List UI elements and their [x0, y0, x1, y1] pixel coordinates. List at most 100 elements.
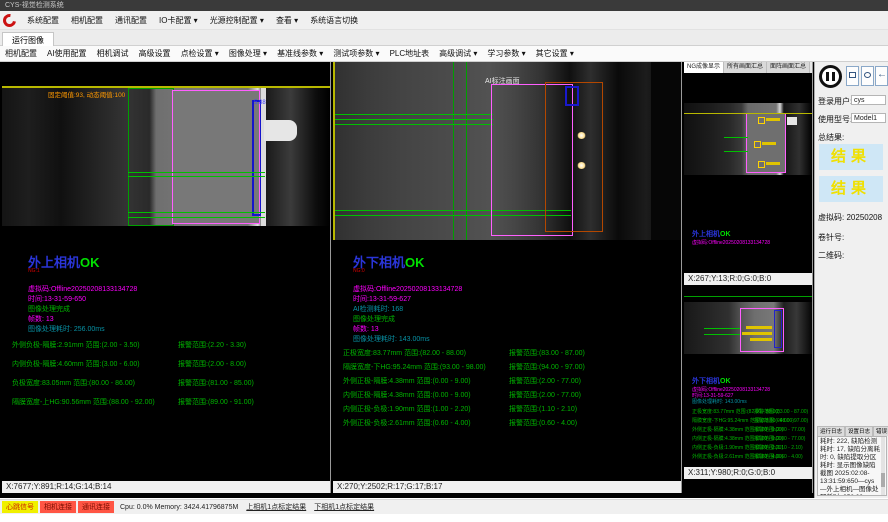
measure-line	[704, 334, 740, 335]
defect-marker	[758, 161, 765, 168]
needle-label: 卷针号:	[818, 232, 844, 243]
measurement-row-0: 外侧负极-隔膜:2.91mm 范围:(2.00 - 3.50)报警范围:(2.2…	[12, 340, 331, 359]
toolbar-item-3[interactable]: 高级设置	[134, 48, 176, 59]
right-measurements: 正极宽度:83.77mm 范围:(82.00 - 88.00)报警范围:(83.…	[343, 348, 663, 432]
menu-item-6[interactable]: 系统语言切换	[304, 15, 364, 26]
menu-item-4[interactable]: 光源控制配置 ▾	[204, 15, 270, 26]
separator-strip	[261, 88, 266, 226]
upper-camera-calib-link[interactable]: 上相机1点标定结果	[246, 502, 306, 512]
camera-result: OK	[720, 378, 731, 385]
toolbar-item-10[interactable]: 学习参数 ▾	[482, 48, 530, 59]
screen-tool-button[interactable]	[861, 66, 874, 86]
measurement-row-1: 隔膜宽度-下HG:95.24mm 范围:(93.00 - 98.00)报警范围:…	[692, 417, 812, 426]
measurement-alarm-range: 报警范围:(83.00 - 87.00)	[509, 348, 585, 358]
menu-item-5[interactable]: 查看 ▾	[270, 15, 304, 26]
menu-item-0[interactable]: 系统配置	[21, 15, 65, 26]
qr-label: 二维码:	[818, 250, 844, 261]
status-badge-1: 相机连接	[40, 501, 76, 513]
measurement-value: 外侧负极-隔膜:2.91mm 范围:(2.00 - 3.50)	[12, 342, 140, 349]
defect-label-bar	[742, 332, 772, 335]
camera-name: 外下相机	[692, 378, 720, 385]
menu-item-2[interactable]: 通讯配置	[109, 15, 153, 26]
main-area: 固定阈值:93, 动态阈值:100 5.88 外上相机OK NG:1 虚拟码:O…	[0, 62, 888, 498]
process-time-line: 图像处理耗时: 143.00ms	[353, 334, 430, 344]
thumb-tab-1[interactable]: 所有画面汇总	[724, 62, 767, 73]
toolbar-item-9[interactable]: 高级调试 ▾	[434, 48, 482, 59]
frame-count-line: 帧数: 13	[28, 314, 54, 324]
camera-result: OK	[405, 255, 425, 270]
tab-run-image[interactable]: 运行图像	[2, 32, 54, 46]
virtual-code-value: 20250208	[846, 213, 882, 222]
cpu-memory-text: Cpu: 0.0% Memory: 3424.41796875M	[120, 504, 238, 511]
toolbar-item-2[interactable]: 相机调试	[92, 48, 134, 59]
time-line: 时间:13-31-59-650	[28, 294, 86, 304]
log-tab-2[interactable]: 错误日志	[873, 426, 888, 436]
measure-line	[128, 176, 265, 177]
process-status-line: 图像处理完成	[28, 304, 70, 314]
log-scrollbar[interactable]	[881, 437, 885, 495]
login-value-field[interactable]: cys	[851, 95, 886, 105]
measurement-alarm-range: 报警范围:(81.00 - 85.00)	[178, 378, 254, 388]
thumb2-process-time: 图像处理耗时: 143.00ms	[692, 398, 747, 405]
virtual-code-label: 虚拟码:	[818, 213, 844, 222]
measure-line	[128, 217, 265, 218]
measure-line	[704, 328, 740, 329]
measurement-row-4: 内侧正极-负极:1.90mm 范围:(1.00 - 2.20)报警范围:(1.1…	[692, 444, 812, 453]
left-measurements: 外侧负极-隔膜:2.91mm 范围:(2.00 - 3.50)报警范围:(2.2…	[12, 340, 331, 416]
measurement-alarm-range: 报警范围:(2.00 - 77.00)	[509, 376, 581, 386]
model-label: 使用型号:	[818, 114, 852, 125]
toolbar-item-4[interactable]: 点检设置 ▾	[176, 48, 224, 59]
log-scrollbar-thumb[interactable]	[881, 473, 885, 487]
right-camera-panel: AI标注画面 外下相机OK NG:0 虚拟码:Offline2025020813…	[333, 62, 682, 493]
thumb-tab-0[interactable]: NG成像显示	[684, 62, 724, 73]
model-value-field[interactable]: Model1	[851, 113, 886, 123]
measurement-row-3: 内侧正极-隔膜:4.38mm 范围:(0.00 - 9.00)报警范围:(2.0…	[692, 435, 812, 444]
baseline-yellow-line	[684, 113, 812, 114]
measurement-value: 内侧正极-隔膜:4.38mm 范围:(0.00 - 9.00)	[343, 392, 471, 399]
toolbar-item-0[interactable]: 相机配置	[0, 48, 42, 59]
dark-band	[651, 62, 682, 240]
thumbnail-column: NG成像显示所有画面汇总面阵画面汇总 外上相机OK	[684, 62, 813, 493]
roi-blue-rect	[565, 86, 579, 106]
toolbar-item-8[interactable]: PLC地址表	[385, 48, 435, 59]
measurement-alarm-range: 报警范围:(94.00 - 97.00)	[754, 417, 808, 424]
measurement-row-3: 隔膜宽度-上HG:90.56mm 范围:(88.00 - 92.00)报警范围:…	[12, 397, 331, 416]
defect-marker	[754, 141, 761, 148]
camera-result: OK	[80, 255, 100, 270]
right-camera-image: AI标注画面	[333, 62, 681, 240]
logout-button[interactable]: ←	[875, 66, 888, 86]
thumb-tab-2[interactable]: 面阵画面汇总	[767, 62, 810, 73]
measure-line	[128, 212, 265, 213]
ai-time-line: AI检测耗时: 168	[353, 304, 403, 314]
camera-tool-button[interactable]	[846, 66, 859, 86]
toolbar-item-5[interactable]: 图像处理 ▾	[224, 48, 272, 59]
measurement-value: 内侧正极-负极:1.90mm 范围:(1.00 - 2.20)	[343, 406, 471, 413]
log-text-area[interactable]: 耗时: 222, 缺陷检测耗时: 17, 缺陷分离耗时: 0, 缺陷提取分区耗时…	[817, 436, 887, 496]
baseline-yellow-vline	[333, 62, 335, 240]
status-badges: 心跳信号相机连接通讯连接	[0, 501, 114, 513]
measure-line	[128, 172, 265, 173]
threshold-overlay-text: 固定阈值:93, 动态阈值:100	[48, 89, 125, 99]
measurement-row-5: 外侧正极-负极:2.61mm 范围:(0.60 - 4.00)报警范围:(0.6…	[343, 418, 663, 432]
toolbar-item-11[interactable]: 其它设置 ▾	[531, 48, 579, 59]
toolbar-item-6[interactable]: 基准线参数 ▾	[272, 48, 328, 59]
control-panel: ← 登录用户: cys 使用型号: Model1 总结果: 结果 结果 虚拟码:…	[814, 62, 888, 498]
measurement-row-1: 内侧负极-隔膜:4.60mm 范围:(3.00 - 6.00)报警范围:(2.0…	[12, 359, 331, 378]
toolbar-item-7[interactable]: 测试项参数 ▾	[328, 48, 384, 59]
app-logo-icon	[0, 11, 18, 29]
log-tab-1[interactable]: 设置日志	[845, 426, 873, 436]
pause-button[interactable]	[819, 65, 842, 88]
thumb2-image	[684, 302, 812, 354]
lower-camera-calib-link[interactable]: 下相机1点标定结果	[314, 502, 374, 512]
roi-blue-rect	[774, 310, 782, 348]
menu-item-1[interactable]: 相机配置	[65, 15, 109, 26]
menu-item-3[interactable]: IO卡配置 ▾	[153, 15, 204, 26]
toolbar-item-1[interactable]: AI使用配置	[42, 48, 92, 59]
log-tab-0[interactable]: 运行日志	[817, 426, 845, 436]
barcode-line: 虚拟码:Offline20250208133134728	[353, 284, 462, 294]
defect-label-bar	[750, 338, 772, 341]
process-status-line: 图像处理完成	[353, 314, 395, 324]
camera-icon	[849, 72, 856, 78]
measurement-row-2: 外侧正极-隔膜:4.38mm 范围:(0.00 - 9.00)报警范围:(2.0…	[692, 426, 812, 435]
target-icon	[864, 72, 871, 78]
